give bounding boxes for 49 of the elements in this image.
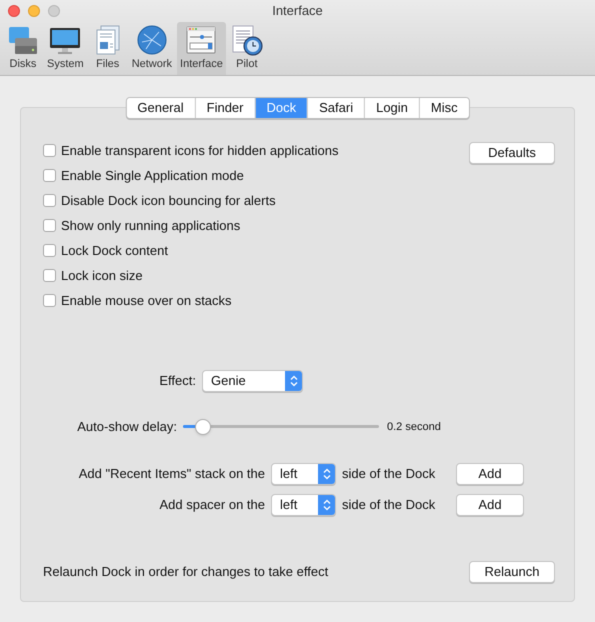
slider-thumb[interactable]: [194, 418, 211, 435]
disk-icon: [7, 24, 39, 56]
checkbox[interactable]: [43, 269, 56, 282]
relaunch-note: Relaunch Dock in order for changes to take effect: [43, 563, 328, 582]
effect-label: Effect:: [158, 372, 196, 390]
toolbar-item[interactable]: Interface: [177, 22, 226, 75]
side-popup[interactable]: left: [271, 462, 336, 484]
checkbox[interactable]: [43, 294, 56, 307]
toolbar-item[interactable]: Disks: [4, 22, 42, 75]
effect-popup[interactable]: Genie: [202, 370, 303, 392]
toolbar-item[interactable]: Network: [128, 22, 176, 75]
clock-document-icon: [230, 24, 263, 56]
checkbox-label: Lock Dock content: [61, 242, 168, 260]
stepper-arrows-icon: [322, 468, 330, 480]
checkbox[interactable]: [43, 219, 56, 232]
row-label: Add "Recent Items" stack on the: [78, 464, 265, 483]
checkbox[interactable]: [43, 194, 56, 207]
checkbox-label: Enable mouse over on stacks: [61, 292, 232, 310]
checkbox[interactable]: [43, 244, 56, 257]
tab[interactable]: Misc: [418, 98, 469, 118]
toolbar-item[interactable]: Pilot: [228, 22, 266, 75]
stepper-arrows-icon: [290, 375, 298, 387]
checkbox[interactable]: [43, 169, 56, 182]
globe-icon: [136, 24, 168, 56]
checkbox-label: Enable Single Application mode: [61, 166, 244, 185]
delay-slider[interactable]: [183, 418, 379, 435]
minimize-button[interactable]: [28, 4, 40, 17]
checkbox-label: Disable Dock icon bouncing for alerts: [61, 192, 276, 210]
close-button[interactable]: [8, 4, 20, 17]
stepper-arrows-icon: [322, 498, 330, 510]
zoom-button[interactable]: [48, 4, 60, 17]
row-suffix: side of the Dock: [342, 496, 436, 514]
checkbox-label: Enable transparent icons for hidden applications: [61, 142, 339, 160]
checkbox-label: Lock icon size: [61, 266, 143, 285]
add-button[interactable]: Add: [456, 494, 524, 516]
checkbox-label: Show only running applications: [61, 216, 240, 235]
auto-show-label: Auto-show delay:: [76, 418, 177, 436]
checkbox[interactable]: [43, 144, 56, 157]
sliders-window-icon: [185, 24, 218, 56]
side-popup[interactable]: left: [271, 494, 336, 516]
delay-reading: 0.2 second: [387, 420, 441, 434]
add-button[interactable]: Add: [456, 462, 524, 484]
row-suffix: side of the Dock: [342, 464, 436, 483]
relaunch-button[interactable]: Relaunch: [469, 561, 555, 583]
defaults-button[interactable]: Defaults: [469, 142, 555, 164]
window-title: Interface: [272, 2, 323, 20]
toolbar-item[interactable]: Files: [88, 22, 127, 75]
row-label: Add spacer on the: [158, 496, 265, 514]
toolbar-item[interactable]: System: [44, 22, 87, 75]
